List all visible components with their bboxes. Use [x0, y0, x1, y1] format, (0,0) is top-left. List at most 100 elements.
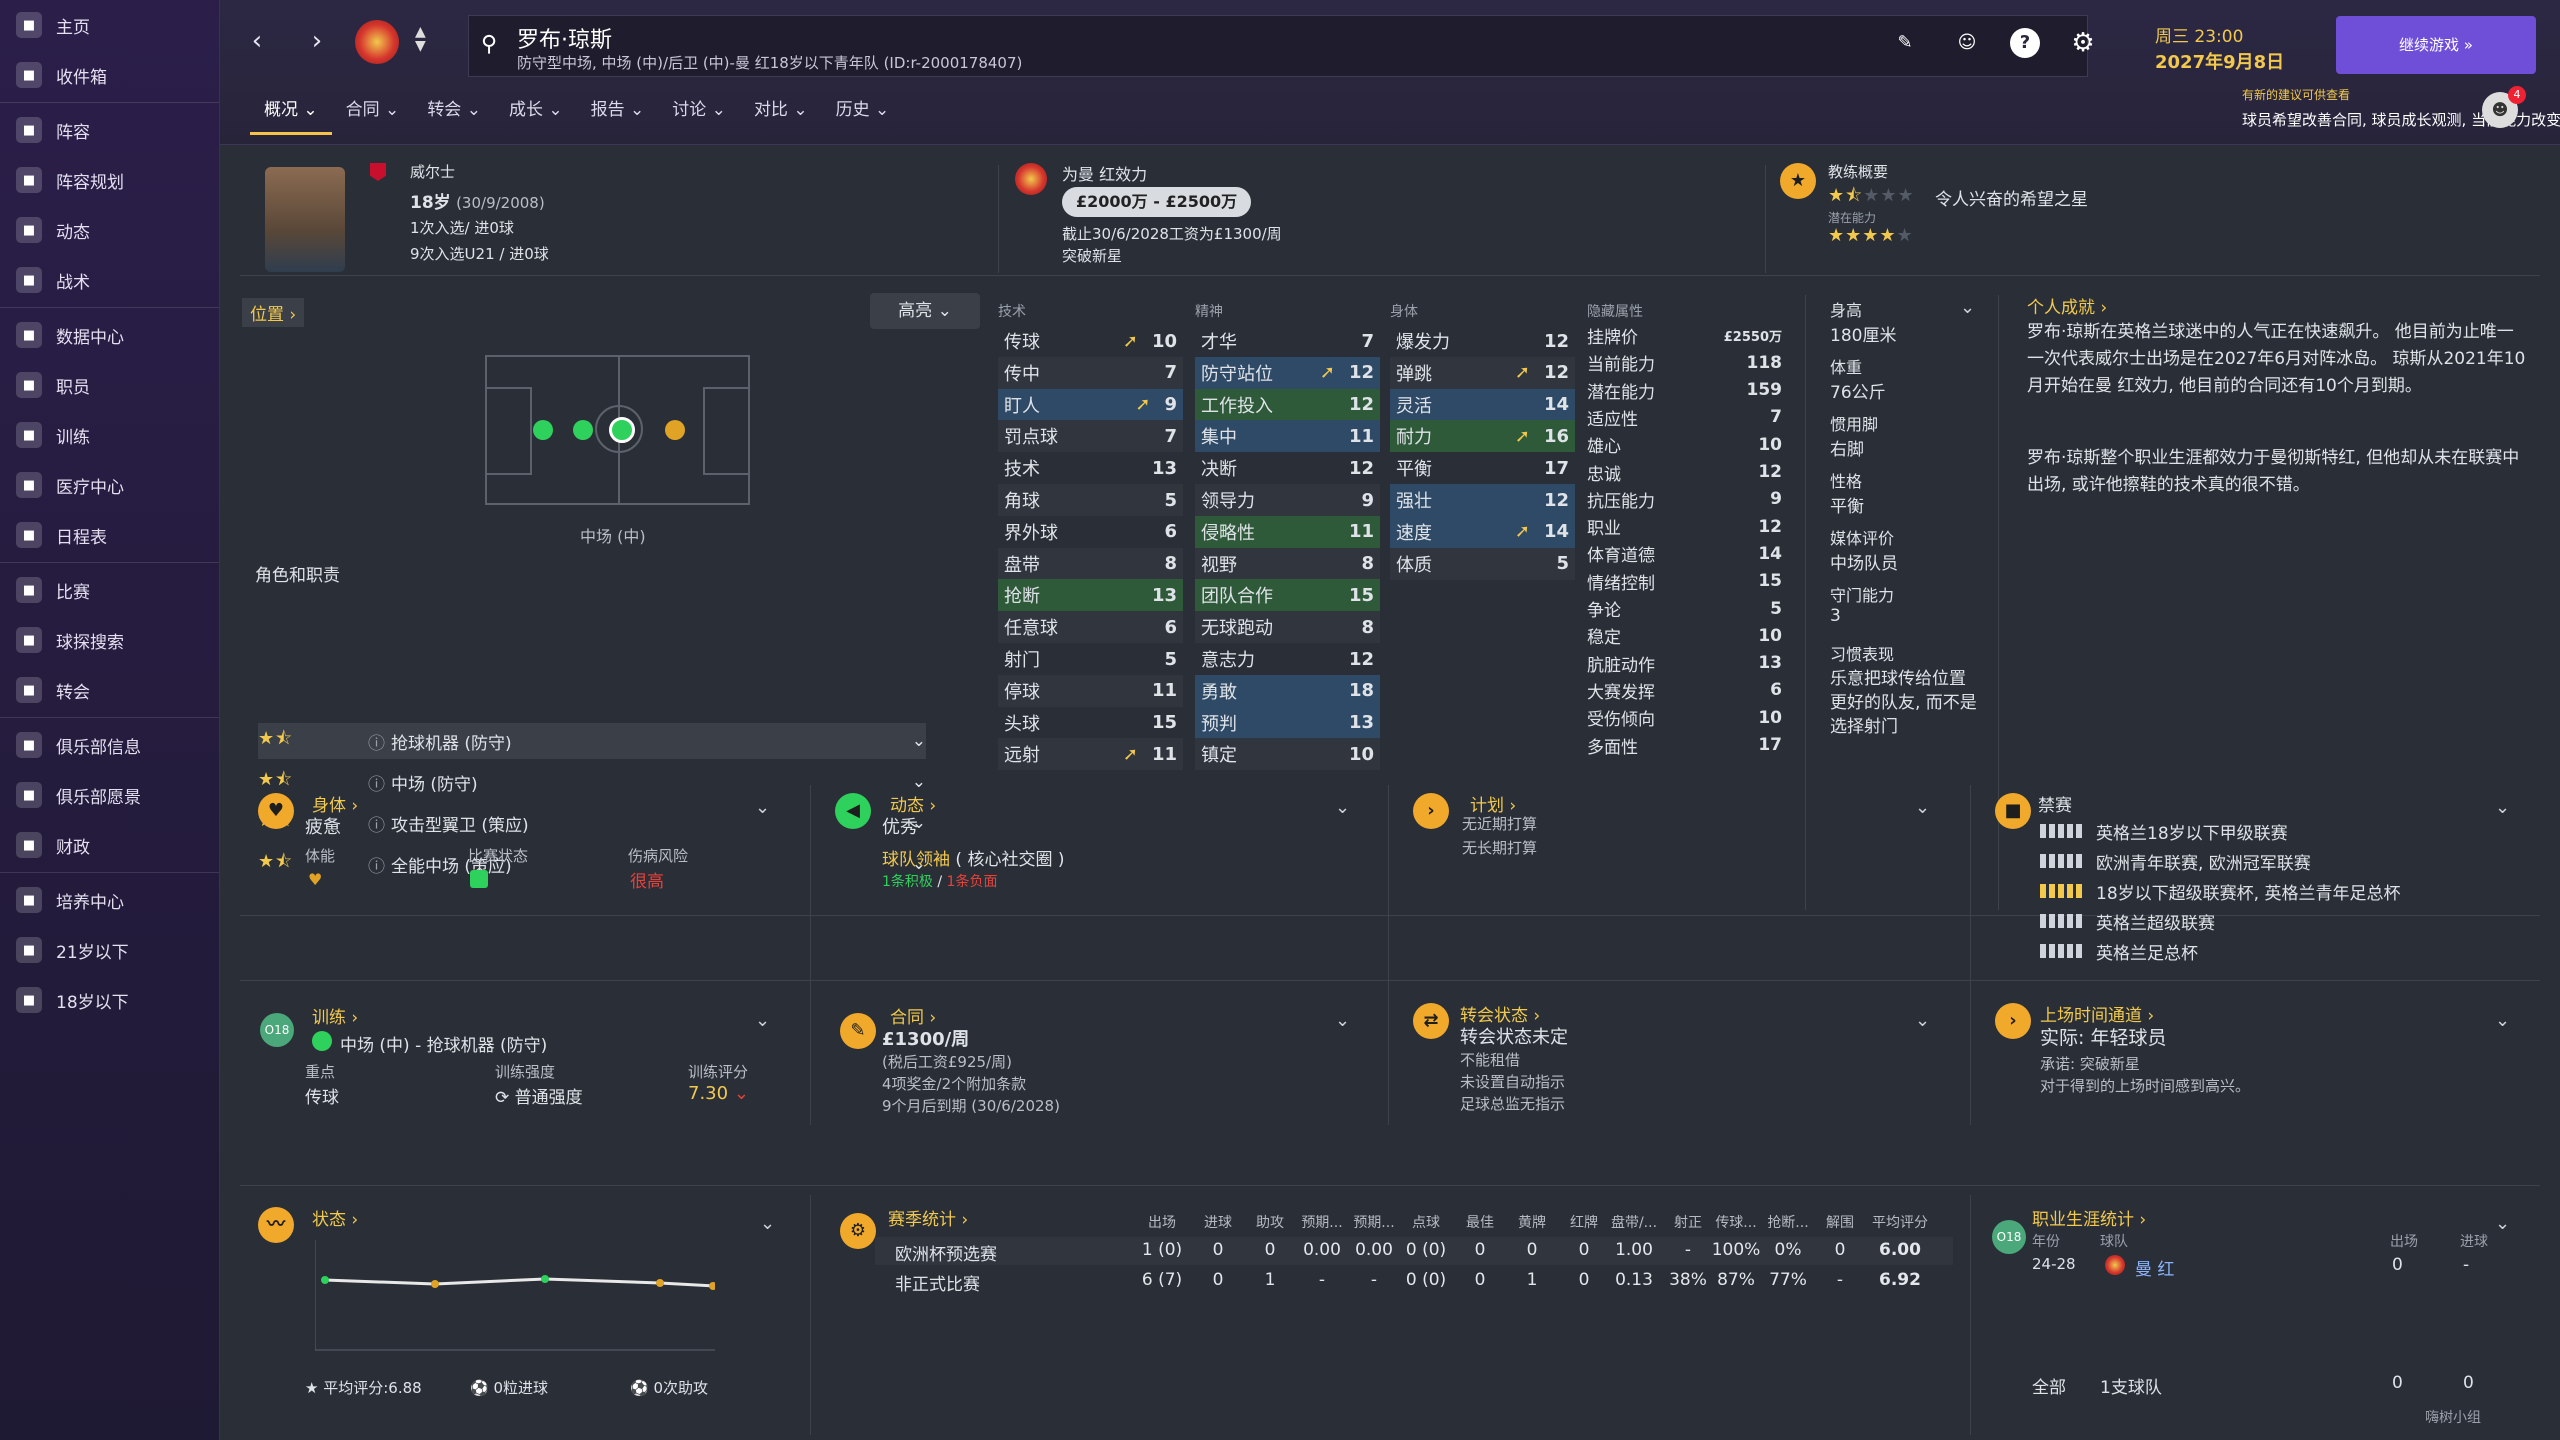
tab-3[interactable]: 成长 ⌄ [495, 95, 577, 135]
attribute-row[interactable]: 预判 13 [1195, 706, 1380, 739]
sidebar-item-6[interactable]: ■ 数据中心 [0, 310, 219, 360]
sidebar-item-12[interactable]: ■ 球探搜索 [0, 615, 219, 665]
sidebar-item-3[interactable]: ■ 阵容规划 [0, 155, 219, 205]
chevron-down-icon[interactable]: ⌄ [1335, 797, 1350, 818]
value-range-pill[interactable]: £2000万 - £2500万 [1062, 187, 1252, 217]
chevron-down-icon[interactable]: ⌄ [755, 1010, 770, 1031]
chevron-down-icon[interactable]: ⌄ [1915, 797, 1930, 818]
attribute-row[interactable]: 意志力 12 [1195, 643, 1380, 675]
stat-header[interactable]: 进球 [1188, 1212, 1248, 1232]
career-team[interactable]: 曼 红 [2135, 1255, 2174, 1280]
chevron-down-icon[interactable]: ⌄ [755, 797, 770, 818]
chevron-down-icon[interactable]: ⌄ [912, 731, 926, 751]
form-title[interactable]: 状态 › [312, 1205, 358, 1230]
competition-name[interactable]: 欧洲杯预选赛 [895, 1240, 997, 1265]
tab-7[interactable]: 历史 ⌄ [822, 95, 904, 135]
info-icon[interactable]: ⓘ [368, 811, 385, 836]
chevron-down-icon[interactable]: ⌄ [912, 772, 926, 792]
chevron-down-icon[interactable]: ⌄ [760, 1213, 775, 1234]
attribute-row[interactable]: 强壮 12 [1390, 484, 1575, 516]
stat-header[interactable]: 出场 [1132, 1212, 1192, 1232]
tab-4[interactable]: 报告 ⌄ [577, 95, 659, 135]
attribute-row[interactable]: 任意球 6 [998, 611, 1183, 644]
info-icon[interactable]: ⓘ [368, 770, 385, 795]
attribute-row[interactable]: 勇敢 18 [1195, 674, 1380, 707]
sidebar-item-14[interactable]: ■ 俱乐部信息 [0, 720, 219, 770]
chevron-down-icon[interactable]: ⌄ [2495, 797, 2510, 818]
sidebar-item-8[interactable]: ■ 训练 [0, 410, 219, 460]
info-icon[interactable]: ⓘ [368, 729, 385, 754]
chevron-down-icon[interactable]: ⌄ [1335, 1010, 1350, 1031]
role-row[interactable]: ★⯪ ⓘ 抢球机器 (防守) ⌄ [258, 723, 926, 759]
attribute-row[interactable]: 领导力 9 [1195, 484, 1380, 516]
attribute-row[interactable]: 无球跑动 8 [1195, 611, 1380, 644]
chevron-down-icon[interactable]: ⌄ [2495, 1010, 2510, 1031]
sidebar-item-11[interactable]: ■ 比赛 [0, 565, 219, 615]
stat-header[interactable]: 传球... [1706, 1212, 1766, 1232]
attribute-row[interactable]: 决断 12 [1195, 452, 1380, 484]
attribute-row[interactable]: 盘带 8 [998, 547, 1183, 580]
stat-header[interactable]: 平均评分 [1870, 1212, 1930, 1232]
gear-icon[interactable]: ⚙ [2068, 28, 2098, 58]
tab-1[interactable]: 合同 ⌄ [332, 95, 414, 135]
sidebar-item-16[interactable]: ■ 财政 [0, 820, 219, 870]
position-link[interactable]: 位置 › [242, 298, 305, 327]
stat-header[interactable]: 黄牌 [1502, 1212, 1562, 1232]
attribute-row[interactable]: 远射 ➚ 11 [998, 738, 1183, 771]
attribute-row[interactable]: 射门 5 [998, 643, 1183, 675]
stat-header[interactable]: 最佳 [1450, 1212, 1510, 1232]
face-icon[interactable]: ☺ [1952, 28, 1982, 58]
attribute-row[interactable]: 集中 11 [1195, 420, 1380, 453]
sidebar-item-2[interactable]: ■ 阵容 [0, 105, 219, 155]
stat-header[interactable]: 预期... [1344, 1212, 1404, 1232]
sidebar-item-5[interactable]: ■ 战术 [0, 255, 219, 305]
attribute-row[interactable]: 才华 7 [1195, 325, 1380, 357]
chevron-down-icon[interactable]: ⌄ [2495, 1213, 2510, 1234]
season-stats-title[interactable]: 赛季统计 › [888, 1205, 968, 1230]
attribute-row[interactable]: 团队合作 15 [1195, 579, 1380, 612]
attribute-row[interactable]: 侵略性 11 [1195, 515, 1380, 548]
training-title[interactable]: 训练 › [312, 1003, 358, 1028]
attribute-row[interactable]: 界外球 6 [998, 516, 1183, 548]
attribute-row[interactable]: 速度 ➚ 14 [1390, 515, 1575, 548]
stat-header[interactable]: 助攻 [1240, 1212, 1300, 1232]
attribute-row[interactable]: 防守站位 ➚ 12 [1195, 356, 1380, 389]
attribute-row[interactable]: 传中 7 [998, 356, 1183, 389]
help-icon[interactable]: ? [2010, 28, 2040, 58]
attribute-row[interactable]: 爆发力 12 [1390, 325, 1575, 357]
edit-icon[interactable]: ✎ [1890, 28, 1920, 58]
tab-6[interactable]: 对比 ⌄ [740, 95, 822, 135]
attribute-row[interactable]: 头球 15 [998, 707, 1183, 739]
attribute-row[interactable]: 灵活 14 [1390, 388, 1575, 421]
career-stats-title[interactable]: 职业生涯统计 › [2032, 1205, 2146, 1230]
intensity-value[interactable]: ⟳ 普通强度 [495, 1083, 583, 1108]
tab-0[interactable]: 概况 ⌄ [250, 95, 332, 135]
club-crest-icon[interactable] [355, 20, 399, 64]
position-dot[interactable] [665, 420, 685, 440]
attribute-row[interactable]: 耐力 ➚ 16 [1390, 420, 1575, 453]
position-dot[interactable] [573, 420, 593, 440]
sidebar-item-9[interactable]: ■ 医疗中心 [0, 460, 219, 510]
highlight-dropdown[interactable]: 高亮 ⌄ [870, 293, 980, 329]
stat-header[interactable]: 解围 [1810, 1212, 1870, 1232]
attribute-row[interactable]: 技术 13 [998, 452, 1183, 484]
position-dot[interactable] [533, 420, 553, 440]
sidebar-item-0[interactable]: ■ 主页 [0, 0, 219, 50]
stat-header[interactable]: 点球 [1396, 1212, 1456, 1232]
attribute-row[interactable]: 角球 5 [998, 484, 1183, 516]
sidebar-item-7[interactable]: ■ 职员 [0, 360, 219, 410]
position-dot-selected[interactable] [609, 417, 635, 443]
chevron-down-icon[interactable]: ⌄ [1915, 1010, 1930, 1031]
sidebar-item-15[interactable]: ■ 俱乐部愿景 [0, 770, 219, 820]
attribute-row[interactable]: 平衡 17 [1390, 452, 1575, 484]
tab-5[interactable]: 讨论 ⌄ [658, 95, 740, 135]
attribute-row[interactable]: 盯人 ➚ 9 [998, 388, 1183, 421]
sidebar-item-19[interactable]: ■ 18岁以下 [0, 975, 219, 1025]
attribute-row[interactable]: 体质 5 [1390, 547, 1575, 580]
stat-header[interactable]: 抢断... [1758, 1212, 1818, 1232]
stat-header[interactable]: 预期... [1292, 1212, 1352, 1232]
tab-2[interactable]: 转会 ⌄ [413, 95, 495, 135]
info-icon[interactable]: ⓘ [368, 852, 385, 877]
bio-title[interactable]: 个人成就 › [2027, 293, 2107, 318]
sidebar-item-17[interactable]: ■ 培养中心 [0, 875, 219, 925]
